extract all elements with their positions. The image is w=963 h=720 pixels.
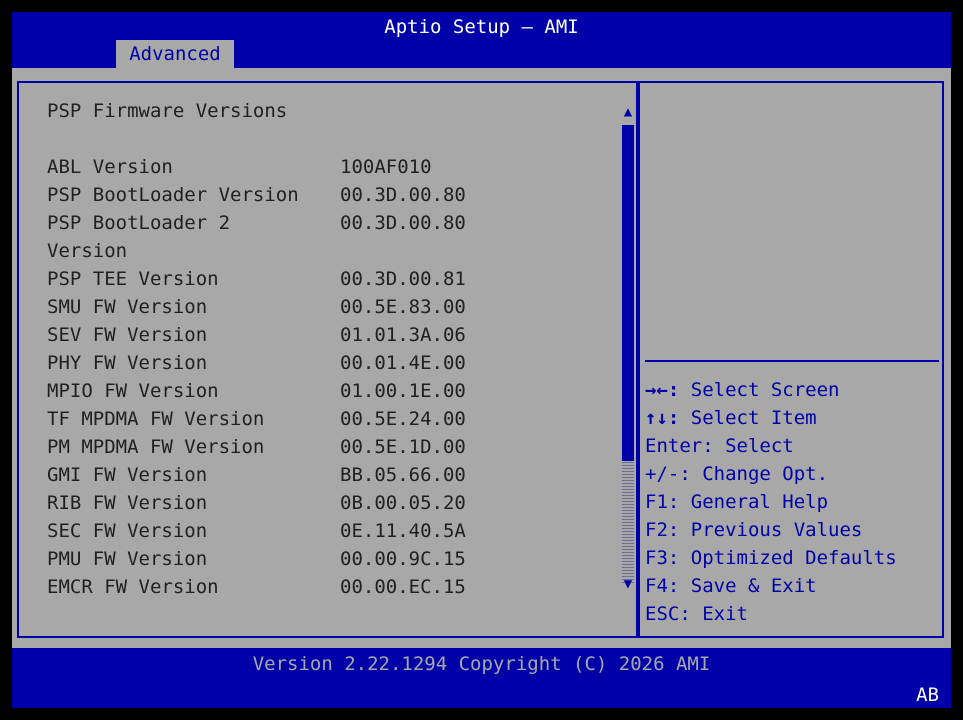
bios-screen: Aptio Setup – AMI Advanced PSP Firmware … [12, 12, 951, 708]
scrollbar-thumb[interactable] [622, 125, 634, 461]
arrows-up-down-icon: ↑↓: [645, 407, 680, 429]
version-label: SEV FW Version [47, 324, 208, 346]
version-value: 00.5E.83.00 [340, 296, 466, 318]
version-value: 0B.00.05.20 [340, 492, 466, 514]
version-value: BB.05.66.00 [340, 464, 466, 486]
version-row: PHY FW Version 00.01.4E.00 [47, 349, 466, 377]
help-line: →←: Select Screen [645, 379, 840, 401]
version-value: 00.01.4E.00 [340, 352, 466, 374]
version-label: PM MPDMA FW Version [47, 436, 265, 458]
section-title: PSP Firmware Versions [47, 100, 288, 122]
version-row: PSP TEE Version 00.3D.00.81 [47, 265, 466, 293]
version-value: 00.5E.24.00 [340, 408, 466, 430]
version-row: EMCR FW Version 00.00.EC.15 [47, 573, 466, 601]
version-label: PSP BootLoader Version [47, 184, 299, 206]
version-label: PMU FW Version [47, 548, 208, 570]
settings-panel: PSP Firmware Versions ABL Version 100AF0… [17, 81, 638, 638]
version-label: PSP BootLoader 2 Version [47, 212, 231, 262]
version-label: TF MPDMA FW Version [47, 408, 265, 430]
version-row: ABL Version 100AF010 [47, 153, 432, 181]
help-line: F4: Save & Exit [645, 575, 817, 597]
version-value: 00.00.9C.15 [340, 548, 466, 570]
version-label: SEC FW Version [47, 520, 208, 542]
help-divider [645, 360, 939, 362]
version-label: PHY FW Version [47, 352, 208, 374]
help-line: F3: Optimized Defaults [645, 547, 897, 569]
version-value: 0E.11.40.5A [340, 520, 466, 542]
version-text: Version 2.22.1294 Copyright (C) 2026 AMI [252, 653, 711, 675]
version-label: EMCR FW Version [47, 576, 219, 598]
version-row: SMU FW Version 00.5E.83.00 [47, 293, 466, 321]
version-value: 00.3D.00.80 [340, 212, 466, 234]
version-row: PM MPDMA FW Version 00.5E.1D.00 [47, 433, 466, 461]
footer-bar: Version 2.22.1294 Copyright (C) 2026 AMI… [12, 648, 951, 708]
version-label: SMU FW Version [47, 296, 208, 318]
help-line: ESC: Exit [645, 603, 748, 625]
version-value: 100AF010 [340, 156, 432, 178]
help-line: F2: Previous Values [645, 519, 863, 541]
help-line: +/-: Change Opt. [645, 463, 829, 485]
version-row: MPIO FW Version 01.00.1E.00 [47, 377, 466, 405]
version-row: RIB FW Version 0B.00.05.20 [47, 489, 466, 517]
version-label: RIB FW Version [47, 492, 208, 514]
app-title: Aptio Setup – AMI [384, 16, 579, 38]
version-row: PSP BootLoader 2 Version 00.3D.00.80 [47, 209, 466, 265]
version-value: 00.3D.00.80 [340, 184, 466, 206]
corner-code: AB [916, 684, 939, 706]
version-label: ABL Version [47, 156, 173, 178]
help-line: Enter: Select [645, 435, 794, 457]
help-panel: →←: Select Screen ↑↓: Select Item Enter:… [638, 81, 944, 638]
version-value: 01.01.3A.06 [340, 324, 466, 346]
version-value: 00.5E.1D.00 [340, 436, 466, 458]
version-value: 00.3D.00.81 [340, 268, 466, 290]
version-row: SEC FW Version 0E.11.40.5A [47, 517, 466, 545]
version-row: GMI FW Version BB.05.66.00 [47, 461, 466, 489]
tab-advanced[interactable]: Advanced [116, 40, 234, 68]
version-value: 01.00.1E.00 [340, 380, 466, 402]
version-label: GMI FW Version [47, 464, 208, 486]
version-row: PMU FW Version 00.00.9C.15 [47, 545, 466, 573]
scroll-up-arrow-icon[interactable]: ▲ [619, 103, 637, 121]
help-line: F1: General Help [645, 491, 829, 513]
version-row: SEV FW Version 01.01.3A.06 [47, 321, 466, 349]
scroll-down-arrow-icon[interactable]: ▼ [619, 575, 637, 593]
version-label: MPIO FW Version [47, 380, 219, 402]
version-label: PSP TEE Version [47, 268, 219, 290]
version-row: TF MPDMA FW Version 00.5E.24.00 [47, 405, 466, 433]
version-row: PSP BootLoader Version 00.3D.00.80 [47, 181, 466, 209]
help-line: ↑↓: Select Item [645, 407, 817, 429]
version-value: 00.00.EC.15 [340, 576, 466, 598]
arrows-left-right-icon: →←: [645, 379, 680, 401]
title-bar: Aptio Setup – AMI Advanced [12, 12, 951, 68]
